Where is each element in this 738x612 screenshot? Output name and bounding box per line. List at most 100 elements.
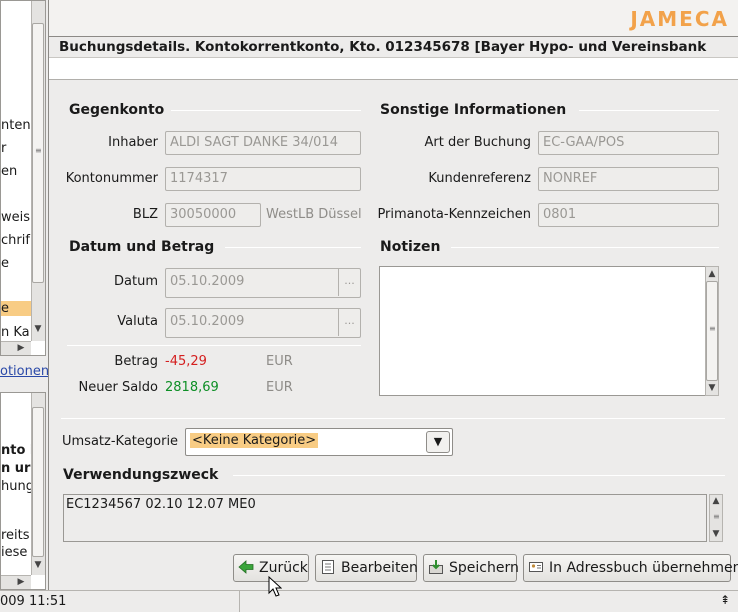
save-button[interactable]: Speichern [423, 554, 519, 582]
inhaber-field[interactable]: ALDI SAGT DANKE 34/014 [165, 131, 361, 155]
notes-vscroll-thumb[interactable]: ≡ [706, 281, 718, 381]
toolbar-strip [49, 58, 738, 80]
blz-label: BLZ [132, 207, 158, 222]
app-logo: JAMECA [630, 7, 729, 31]
save-icon [429, 560, 443, 574]
info-line: n ur [1, 461, 31, 476]
status-datetime: 009 11:51 [0, 591, 240, 612]
back-button-label: Zurück [259, 560, 308, 576]
scroll-down-icon[interactable]: ▼ [706, 382, 718, 394]
kategorie-select[interactable]: <Keine Kategorie> ▼ [185, 428, 453, 456]
save-button-label: Speichern [449, 560, 519, 576]
info-vscrollbar[interactable]: ▼ [31, 393, 45, 575]
grip-icon: ≡ [709, 324, 716, 333]
betrag-label: Betrag [114, 354, 158, 369]
tree-line-selected[interactable]: e [1, 301, 31, 316]
grip-icon: ≡ [713, 512, 720, 521]
account-tree[interactable]: nten r en weis chrif e e n Ka ≡ ▼ ▶ [0, 0, 46, 356]
blz-field[interactable]: 30050000 [165, 203, 261, 227]
kategorie-label: Umsatz-Kategorie [62, 434, 179, 449]
primanota-label: Primanota-Kennzeichen [377, 207, 531, 222]
purpose-vscrollbar[interactable]: ▲ ≡ ▼ [709, 494, 723, 542]
scroll-up-icon[interactable]: ▲ [706, 268, 718, 280]
valuta-value: 05.10.2009 [170, 314, 245, 329]
notes-vscrollbar[interactable]: ▲ ≡ ▼ [705, 266, 719, 396]
tree-hscrollbar[interactable]: ▶ [1, 341, 31, 355]
divider [171, 110, 361, 111]
booking-details-window: JAMECA Buchungsdetails. Kontokorrentkont… [48, 0, 738, 590]
valuta-field[interactable]: 05.10.2009 ... [165, 308, 361, 338]
saldo-currency: EUR [266, 380, 293, 395]
section-notizen: Notizen [380, 239, 441, 255]
scroll-down-icon[interactable]: ▼ [32, 559, 44, 571]
scroll-right-icon[interactable]: ▶ [15, 576, 27, 588]
info-line: iese [1, 545, 28, 560]
kontonummer-label: Kontonummer [65, 171, 158, 186]
window-title: Buchungsdetails. Kontokorrentkonto, Kto.… [49, 36, 738, 58]
status-bar: 009 11:51 ⇞ [0, 590, 738, 612]
datum-label: Datum [114, 274, 158, 289]
tree-vscroll-thumb[interactable]: ≡ [32, 23, 44, 283]
art-field[interactable]: EC-GAA/POS [538, 131, 719, 155]
scroll-right-icon[interactable]: ▶ [15, 342, 27, 354]
bank-name: WestLB Düssel [266, 207, 362, 222]
section-verwendungszweck: Verwendungszweck [63, 467, 219, 483]
address-card-icon [529, 562, 543, 572]
tree-line[interactable]: chrif [1, 233, 30, 248]
divider [225, 247, 361, 248]
datum-picker-button[interactable]: ... [338, 269, 360, 296]
tree-line[interactable]: n Ka [1, 325, 30, 340]
scroll-down-icon[interactable]: ▼ [32, 323, 44, 335]
art-label: Art der Buchung [424, 135, 531, 150]
info-vscroll-thumb[interactable] [32, 407, 44, 557]
datum-value: 05.10.2009 [170, 274, 245, 289]
left-panel: nten r en weis chrif e e n Ka ≡ ▼ ▶ otio… [0, 0, 49, 590]
mouse-cursor-icon [268, 576, 282, 597]
kategorie-value: <Keine Kategorie> [190, 433, 319, 448]
divider [579, 110, 719, 111]
info-line: hung [1, 479, 34, 494]
inhaber-label: Inhaber [108, 135, 158, 150]
edit-button[interactable]: Bearbeiten [315, 554, 418, 582]
saldo-label: Neuer Saldo [78, 380, 158, 395]
divider [233, 475, 725, 476]
tree-line[interactable]: e [1, 256, 9, 271]
document-icon [322, 560, 334, 574]
scroll-down-icon[interactable]: ▼ [710, 528, 722, 540]
info-line: reits [1, 528, 30, 543]
add-to-addressbook-label: In Adressbuch übernehmen [549, 560, 738, 576]
kontonummer-field[interactable]: 1174317 [165, 167, 361, 191]
resize-grip-icon[interactable]: ⇞ [720, 593, 730, 607]
logo-bar: JAMECA [49, 0, 738, 36]
notes-textarea[interactable] [379, 266, 719, 396]
section-gegenkonto: Gegenkonto [69, 102, 165, 118]
chevron-down-icon[interactable]: ▼ [426, 431, 450, 453]
kundenref-label: Kundenreferenz [428, 171, 531, 186]
divider [61, 418, 725, 419]
tree-line[interactable]: en [1, 164, 17, 179]
info-line: nto i [1, 443, 35, 458]
options-link[interactable]: otionen [0, 364, 49, 379]
grip-icon: ≡ [35, 146, 42, 155]
divider [67, 345, 361, 346]
section-sonstige: Sonstige Informationen [380, 102, 567, 118]
primanota-field[interactable]: 0801 [538, 203, 719, 227]
saldo-value: 2818,69 [165, 380, 219, 395]
verwendungszweck-textarea[interactable]: EC1234567 02.10 12.07 ME0 [63, 494, 707, 542]
edit-button-label: Bearbeiten [341, 560, 418, 576]
scroll-up-icon[interactable]: ▲ [710, 495, 722, 507]
add-to-addressbook-button[interactable]: In Adressbuch übernehmen [523, 554, 738, 582]
section-datum-betrag: Datum und Betrag [69, 239, 215, 255]
tree-line[interactable]: r [1, 141, 6, 156]
tree-vscrollbar[interactable]: ≡ ▼ [31, 1, 45, 341]
kundenref-field[interactable]: NONREF [538, 167, 719, 191]
valuta-picker-button[interactable]: ... [338, 309, 360, 336]
info-panel: nto i n ur hung reits iese ▼ ▶ [0, 392, 46, 590]
divider [451, 247, 719, 248]
tree-line[interactable]: nten [1, 118, 31, 133]
info-hscrollbar[interactable]: ▶ [1, 575, 31, 589]
tree-line[interactable]: weis [1, 210, 30, 225]
datum-field[interactable]: 05.10.2009 ... [165, 268, 361, 298]
betrag-currency: EUR [266, 354, 293, 369]
betrag-value: -45,29 [165, 354, 207, 369]
